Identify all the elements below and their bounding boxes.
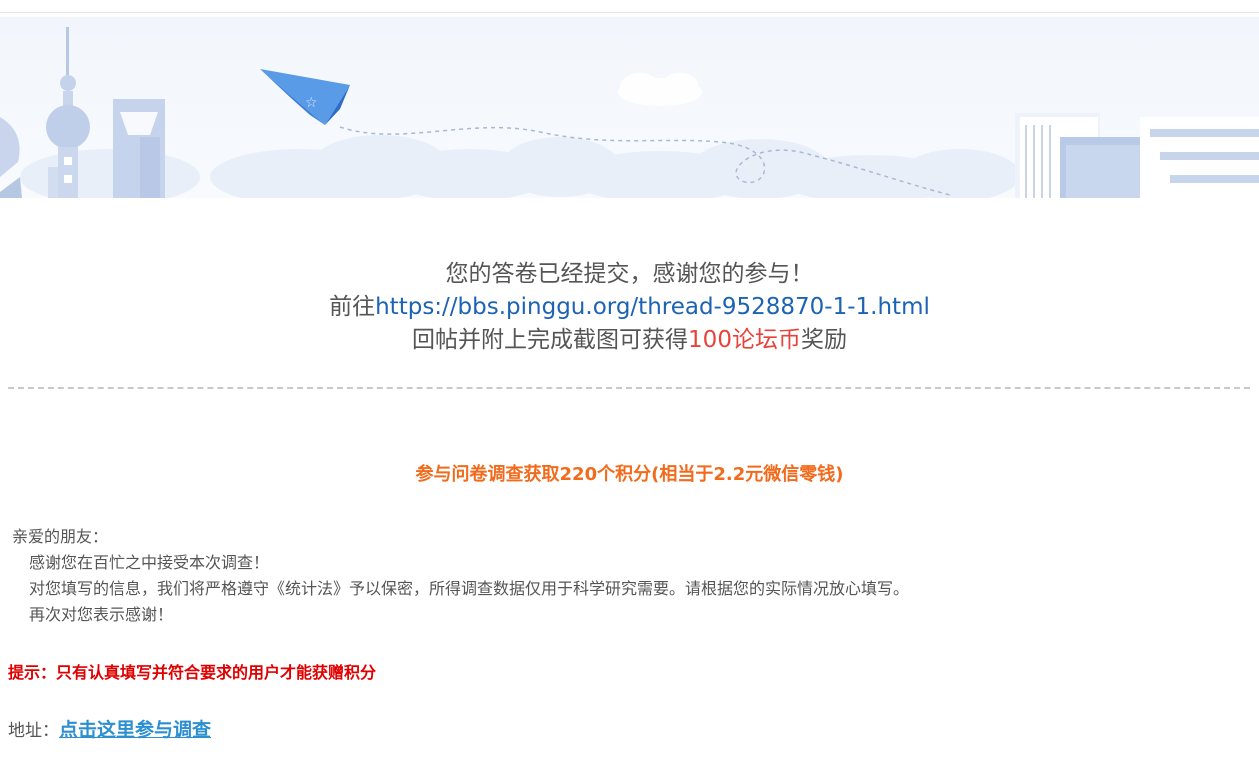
survey-title: 参与问卷调查获取220个积分(相当于2.2元微信零钱) <box>415 464 844 485</box>
confirmation-message: 您的答卷已经提交，感谢您的参与！ 前往https://bbs.pinggu.or… <box>0 258 1259 357</box>
cloud-icon <box>618 73 702 106</box>
skyscraper-icon <box>113 99 165 198</box>
thread-line: 前往https://bbs.pinggu.org/thread-9528870-… <box>0 291 1259 324</box>
reward-line: 回帖并附上完成截图可获得100论坛币奖励 <box>0 324 1259 357</box>
address-label: 地址： <box>8 721 59 741</box>
survey-link[interactable]: 点击这里参与调查 <box>59 719 211 741</box>
reward-amount: 100论坛币 <box>688 327 801 353</box>
reward-suffix: 奖励 <box>800 327 847 353</box>
thread-prefix: 前往 <box>329 294 376 320</box>
top-bar <box>0 0 1259 13</box>
letter-paragraph: 感谢您在百忙之中接受本次调查！ <box>29 553 270 572</box>
thread-link[interactable]: https://bbs.pinggu.org/thread-9528870-1-… <box>375 294 930 320</box>
survey-letter: 亲爱的朋友： 感谢您在百忙之中接受本次调查！ 对您填写的信息，我们将严格遵守《统… <box>12 524 909 628</box>
books-icon <box>1015 113 1259 198</box>
greeting: 亲爱的朋友： <box>12 527 109 546</box>
letter-paragraph: 再次对您表示感谢！ <box>29 605 174 624</box>
dashed-divider <box>8 387 1250 389</box>
svg-text:☆: ☆ <box>305 95 318 111</box>
paper-plane-icon: ☆ <box>260 69 350 125</box>
reward-prefix: 回帖并附上完成截图可获得 <box>412 327 689 353</box>
tip-text: 提示：只有认真填写并符合要求的用户才能获赠积分 <box>8 663 377 682</box>
letter-paragraph: 对您填写的信息，我们将严格遵守《统计法》予以保密，所得调查数据仅用于科学研究需要… <box>29 579 910 598</box>
survey-address: 地址：点击这里参与调查 <box>8 715 211 742</box>
submitted-line: 您的答卷已经提交，感谢您的参与！ <box>445 261 814 287</box>
header-banner: ☆ <box>0 17 1259 198</box>
